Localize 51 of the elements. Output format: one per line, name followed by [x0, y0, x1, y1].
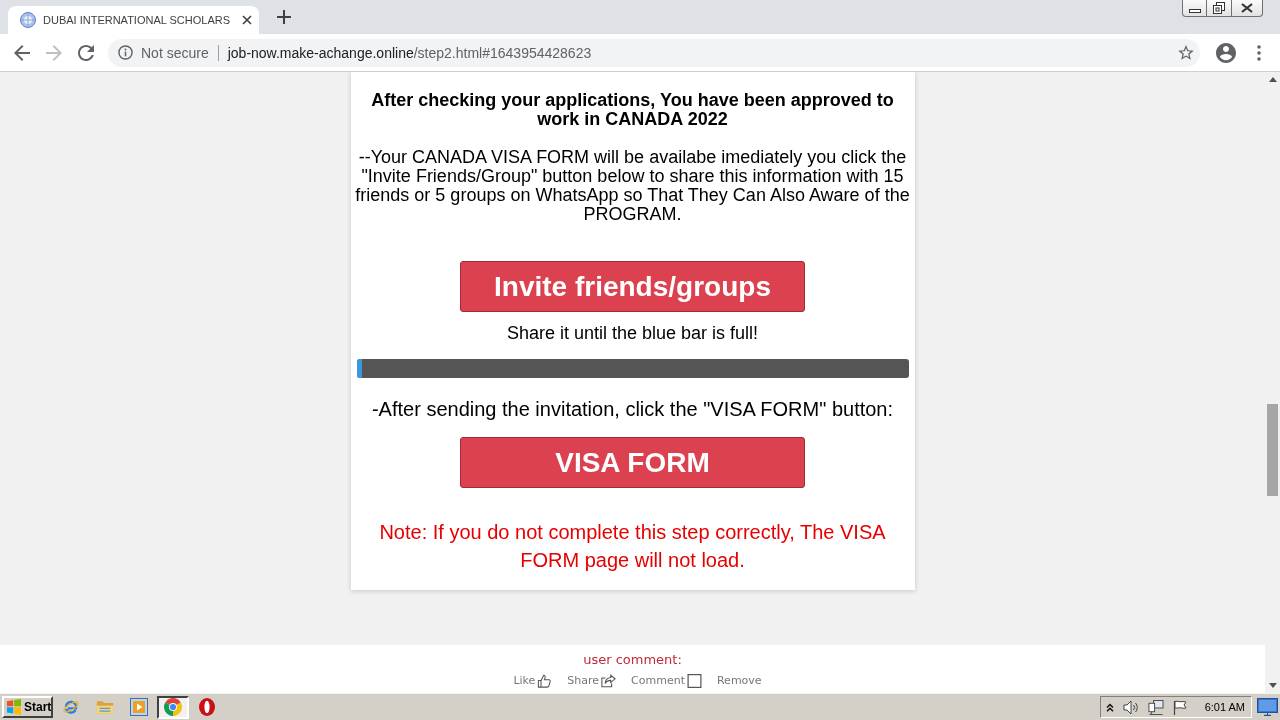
instruction-text: -After sending the invitation, click the "VISA FORM" button:: [371, 398, 894, 421]
round-logo-icon: [164, 698, 182, 716]
star-icon[interactable]: [1178, 45, 1194, 60]
close-icon[interactable]: [242, 15, 253, 25]
plus-icon[interactable]: [277, 10, 292, 24]
comment-icon: [686, 674, 702, 688]
browser-tab[interactable]: DUBAI INTERNATIONAL SCHOLARS: [8, 6, 260, 34]
play-icon: [130, 698, 148, 716]
e-logo-icon: [62, 698, 80, 716]
intro-paragraph: --Your CANADA VISA FORM will be availabe imediately you click the "Invite Friends/Group" button below to share this information with 15 friends or 5 groups on WhatsApp so That They Can Also Aware of the PROGRAM.: [354, 148, 911, 224]
visa-form-button[interactable]: VISA FORM: [460, 437, 805, 488]
comment-link[interactable]: Comment: [631, 673, 702, 689]
invite-button[interactable]: Invite friends/groups: [460, 261, 805, 312]
thumbs-up-icon: [537, 674, 553, 688]
menu-icon[interactable]: [1257, 44, 1261, 61]
remove-link[interactable]: Remove: [716, 673, 762, 689]
start-button[interactable]: Start: [2, 696, 53, 718]
share-link[interactable]: Share: [567, 673, 617, 689]
approval-heading: After checking your applications, You have been approved to work in CANADA 2022: [370, 91, 895, 129]
reload-icon[interactable]: [78, 44, 94, 61]
back-icon[interactable]: [14, 44, 30, 61]
address-bar[interactable]: Not secure job-now.make-achange.online/step2.html#1643954428623: [108, 38, 1200, 67]
like-link[interactable]: Like: [513, 673, 553, 689]
note-text: Note: If you do not complete this step correctly, The VISA FORM page will not load.: [378, 520, 887, 573]
minimize-icon: [1188, 8, 1201, 13]
down-arrow-icon[interactable]: [1268, 683, 1277, 688]
account-icon[interactable]: [1216, 42, 1236, 63]
minimize-button[interactable]: [1182, 0, 1207, 17]
flag-logo-icon: [6, 699, 22, 715]
globe-icon: [20, 12, 36, 28]
share-icon: [601, 674, 617, 688]
info-icon[interactable]: [118, 45, 133, 60]
clock-text: 6:01 AM: [1204, 701, 1245, 713]
ring-logo-icon: [199, 698, 215, 716]
share-hint: Share it until the blue bar is full!: [506, 324, 759, 343]
close-button[interactable]: [1232, 0, 1263, 17]
network-icon[interactable]: [1147, 699, 1164, 715]
taskbar-button[interactable]: [157, 695, 189, 719]
comment-heading: user comment:: [583, 652, 682, 668]
folder-icon: [96, 698, 114, 716]
flag-icon[interactable]: [1172, 699, 1187, 715]
restore-button[interactable]: [1207, 0, 1232, 17]
close-icon: [1241, 3, 1253, 13]
show-desktop-icon[interactable]: [1257, 698, 1278, 716]
url-text: job-now.make-achange.online/step2.html#1643954428623: [227, 44, 592, 61]
chevron-up-icon[interactable]: [1105, 702, 1114, 712]
restore-icon: [1213, 2, 1225, 14]
scrollbar-thumb[interactable]: [1267, 404, 1278, 496]
up-arrow-icon[interactable]: [1268, 77, 1277, 82]
speaker-icon[interactable]: [1122, 699, 1139, 715]
security-label: Not secure: [141, 44, 209, 61]
